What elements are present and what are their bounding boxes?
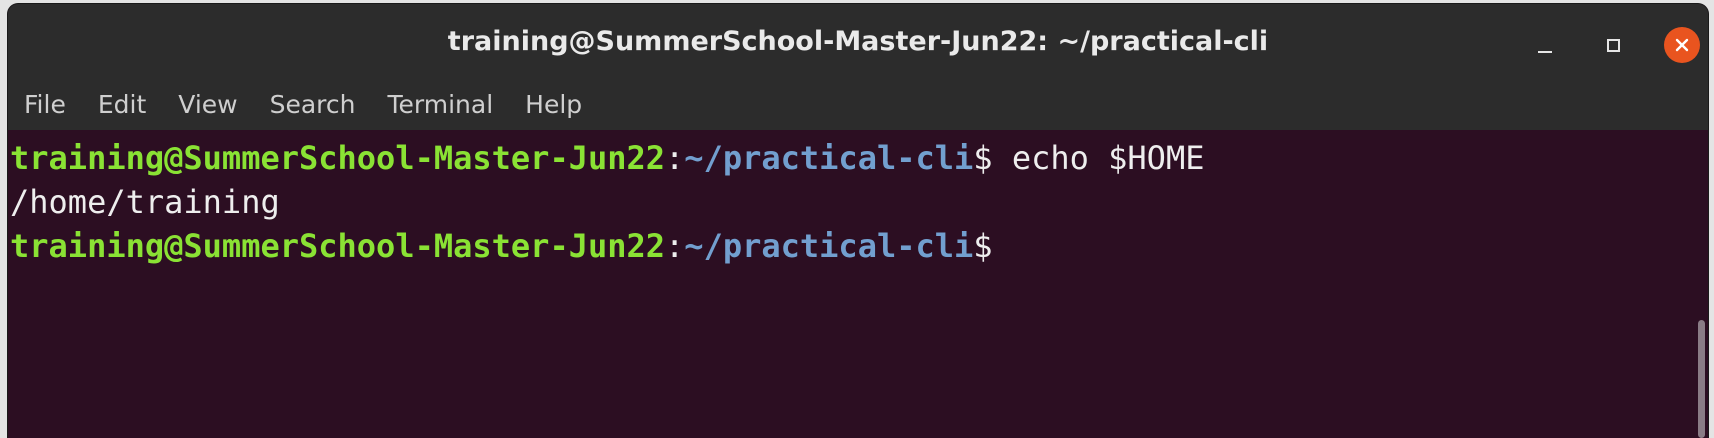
menu-terminal[interactable]: Terminal xyxy=(371,80,509,130)
menu-search[interactable]: Search xyxy=(254,80,372,130)
command-output: /home/training xyxy=(10,183,280,221)
menu-help[interactable]: Help xyxy=(509,80,598,130)
prompt-cwd: ~/practical-cli xyxy=(684,227,974,265)
prompt-colon: : xyxy=(665,139,685,177)
terminal-line-prompt: training@SummerSchool-Master-Jun22:~/pra… xyxy=(10,224,993,268)
close-icon xyxy=(1675,38,1689,52)
scrollbar-thumb[interactable] xyxy=(1698,320,1705,438)
prompt-cwd: ~/practical-cli xyxy=(684,139,974,177)
menu-bar: File Edit View Search Terminal Help xyxy=(8,80,1708,130)
terminal-line-command: training@SummerSchool-Master-Jun22:~/pra… xyxy=(10,136,1204,180)
prompt-sign: $ xyxy=(973,139,993,177)
terminal-output-area[interactable]: training@SummerSchool-Master-Jun22:~/pra… xyxy=(8,130,1708,438)
prompt-user-host: training@SummerSchool-Master-Jun22 xyxy=(10,227,666,265)
prompt-colon: : xyxy=(665,227,685,265)
terminal-line-output: /home/training xyxy=(10,180,280,224)
menu-edit[interactable]: Edit xyxy=(82,80,162,130)
title-bar[interactable]: training@SummerSchool-Master-Jun22: ~/pr… xyxy=(8,4,1708,80)
command-text: echo $HOME xyxy=(992,139,1205,177)
maximize-button[interactable] xyxy=(1595,27,1631,63)
prompt-sign: $ xyxy=(973,227,993,265)
vertical-scrollbar[interactable] xyxy=(1693,130,1708,438)
menu-file[interactable]: File xyxy=(8,80,82,130)
minimize-icon xyxy=(1538,51,1552,53)
terminal-window: training@SummerSchool-Master-Jun22: ~/pr… xyxy=(8,4,1708,438)
minimize-button[interactable] xyxy=(1527,27,1563,63)
prompt-user-host: training@SummerSchool-Master-Jun22 xyxy=(10,139,666,177)
window-title: training@SummerSchool-Master-Jun22: ~/pr… xyxy=(447,26,1269,57)
menu-view[interactable]: View xyxy=(162,80,253,130)
close-button[interactable] xyxy=(1664,27,1700,63)
maximize-icon xyxy=(1606,38,1620,52)
